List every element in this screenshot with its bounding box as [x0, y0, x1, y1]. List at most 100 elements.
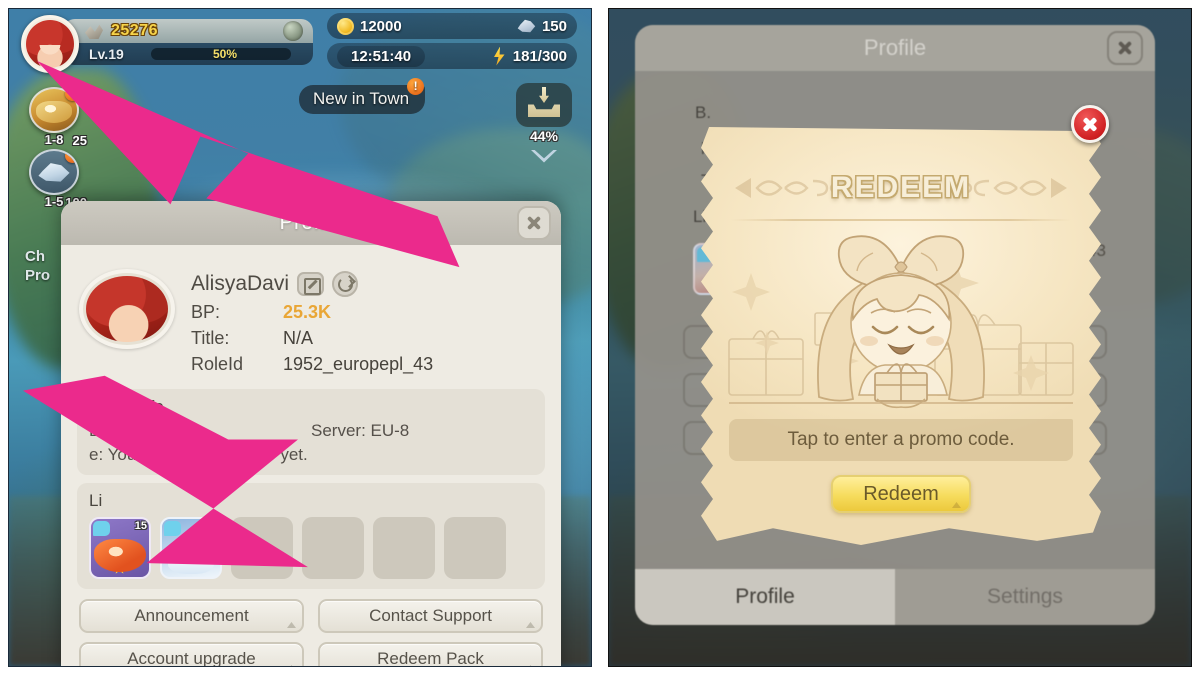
tab-settings[interactable]: Settings [895, 569, 1155, 625]
alert-badge: ! [65, 151, 77, 163]
side-quest-crystal[interactable]: ! 100 1-5 [29, 149, 87, 210]
dialog-title: Profile [863, 35, 927, 60]
alert-badge: ! [65, 89, 77, 101]
player-hud: 25276 Lv.19 50% [21, 15, 313, 73]
gem-icon [283, 21, 303, 41]
profile-row-title: Title: N/A [191, 328, 543, 349]
alert-badge: ! [407, 78, 425, 95]
basic-info-row: Level: 19 Server: EU-8 [89, 421, 533, 441]
stamina-currency[interactable]: 181/300 [492, 46, 567, 66]
field-value: N/A [283, 328, 314, 348]
sketch-svg [728, 235, 1074, 409]
avatar-portrait [86, 276, 168, 342]
download-arrow-icon [539, 87, 549, 103]
new-in-town-chip[interactable]: New in Town ! [299, 78, 426, 114]
avatar-portrait [26, 20, 74, 68]
share-icon[interactable] [332, 271, 359, 297]
wing-icon [85, 24, 103, 39]
player-stats-bars: 25276 Lv.19 50% [63, 19, 313, 65]
currency-row-top: 12000 150 [327, 13, 577, 39]
tab-label: Profile [735, 585, 795, 608]
redeem-modal: REDEEM Tap to enter a promo code. Redeem [701, 105, 1109, 545]
field-label: Title: [191, 328, 230, 348]
download-percent: 44% [529, 128, 559, 144]
redeem-pack-button[interactable]: Redeem Pack [318, 642, 543, 666]
player-name-row: AlisyaDavi [191, 271, 543, 297]
profile-header: AlisyaDavi BP: 25.3K Title: N/A RoleId 1… [75, 255, 547, 385]
promo-code-input[interactable]: Tap to enter a promo code. [729, 419, 1073, 461]
tab-label: Settings [987, 585, 1063, 608]
chevron-down-icon[interactable] [531, 150, 557, 163]
lineup-slot[interactable] [302, 517, 364, 579]
corner-marker [526, 622, 535, 628]
star-icon [113, 561, 127, 574]
dialog-title: Profile [279, 211, 343, 234]
promo-placeholder: Tap to enter a promo code. [787, 429, 1015, 450]
coin-currency[interactable]: 12000 [337, 17, 402, 35]
chat-bubble-icon [93, 521, 110, 536]
pencil-icon[interactable] [297, 272, 325, 296]
close-icon[interactable] [517, 206, 551, 240]
profile-action-buttons: Announcement Contact Support Account upg… [75, 589, 547, 667]
profile-avatar[interactable] [79, 269, 175, 349]
dialog-tabs: Profile Settings [635, 569, 1155, 625]
close-icon[interactable] [1107, 31, 1143, 65]
battle-power-bar[interactable]: 25276 [63, 19, 313, 43]
x-glyph [1117, 40, 1133, 56]
field-value: 25.3K [283, 302, 332, 322]
tutorial-screenshot: 25276 Lv.19 50% 12000 150 12:51:40 181/3… [0, 0, 1200, 675]
button-label: Account upgrade [127, 649, 256, 667]
section-title: Li [89, 491, 103, 510]
level-label: Lv.19 [89, 46, 124, 62]
divider [731, 219, 1071, 221]
corner-marker [287, 665, 296, 666]
xp-percent-label: 50% [213, 47, 238, 61]
left-screenshot-panel: 25276 Lv.19 50% 12000 150 12:51:40 181/3… [0, 0, 600, 675]
dialog-titlebar: Profile [61, 201, 561, 245]
tab-profile[interactable]: Profile [635, 569, 895, 625]
player-name: AlisyaDavi [191, 272, 290, 295]
ghost-text: B. [695, 103, 712, 122]
edge-label-1: Ch [25, 248, 45, 265]
corner-marker [952, 502, 961, 508]
lineup-slot[interactable] [444, 517, 506, 579]
server-timer: 12:51:40 [337, 45, 426, 67]
field-value: 1952_europepl_43 [283, 354, 434, 374]
slot-level: 15 [134, 520, 147, 532]
player-avatar[interactable] [21, 15, 79, 73]
tribe-value: e: You don't have a Tribe yet. [89, 445, 308, 464]
lineup-slots: 15 [89, 517, 533, 579]
announcement-button[interactable]: Announcement [79, 599, 304, 633]
lineup-slot[interactable] [373, 517, 435, 579]
monster-icon: ! [29, 87, 79, 133]
button-label: Announcement [134, 606, 249, 625]
corner-marker [287, 622, 296, 628]
field-label: BP: [191, 302, 221, 322]
gift-girl-sketch [723, 227, 1079, 419]
download-widget[interactable]: 44% [515, 83, 573, 166]
edge-labels: Ch Pro [25, 247, 50, 285]
account-upgrade-button[interactable]: Account upgrade [79, 642, 304, 667]
level-xp-bar[interactable]: Lv.19 50% [63, 43, 313, 65]
redeem-confirm-button[interactable]: Redeem [831, 475, 971, 513]
share-glyph [337, 276, 353, 292]
battle-power-value: 25276 [111, 22, 158, 39]
lineup-slot[interactable] [160, 517, 222, 579]
coin-value: 12000 [360, 17, 402, 35]
currency-hud: 12000 150 12:51:40 181/300 [327, 13, 577, 73]
close-icon-red[interactable] [1071, 105, 1109, 143]
lineup-slot[interactable] [231, 517, 293, 579]
lineup-section: Li 15 [77, 483, 545, 589]
crystal-icon: ! [29, 149, 79, 195]
profile-dialog: Profile AlisyaDavi BP: 25.3K Title: N/A … [61, 201, 561, 667]
crystal-icon [517, 19, 536, 33]
profile-row-roleid: RoleId 1952_europepl_43 [191, 354, 543, 375]
new-in-town-label: New in Town [313, 89, 410, 108]
crystal-currency[interactable]: 150 [517, 18, 567, 35]
lineup-slot[interactable]: 15 [89, 517, 151, 579]
button-label: Redeem [863, 482, 939, 505]
left-game-screen: 25276 Lv.19 50% 12000 150 12:51:40 181/3… [8, 8, 592, 667]
contact-support-button[interactable]: Contact Support [318, 599, 543, 633]
profile-row-bp: BP: 25.3K [191, 302, 543, 323]
side-quest-monster[interactable]: ! 25 1-8 [29, 87, 87, 148]
